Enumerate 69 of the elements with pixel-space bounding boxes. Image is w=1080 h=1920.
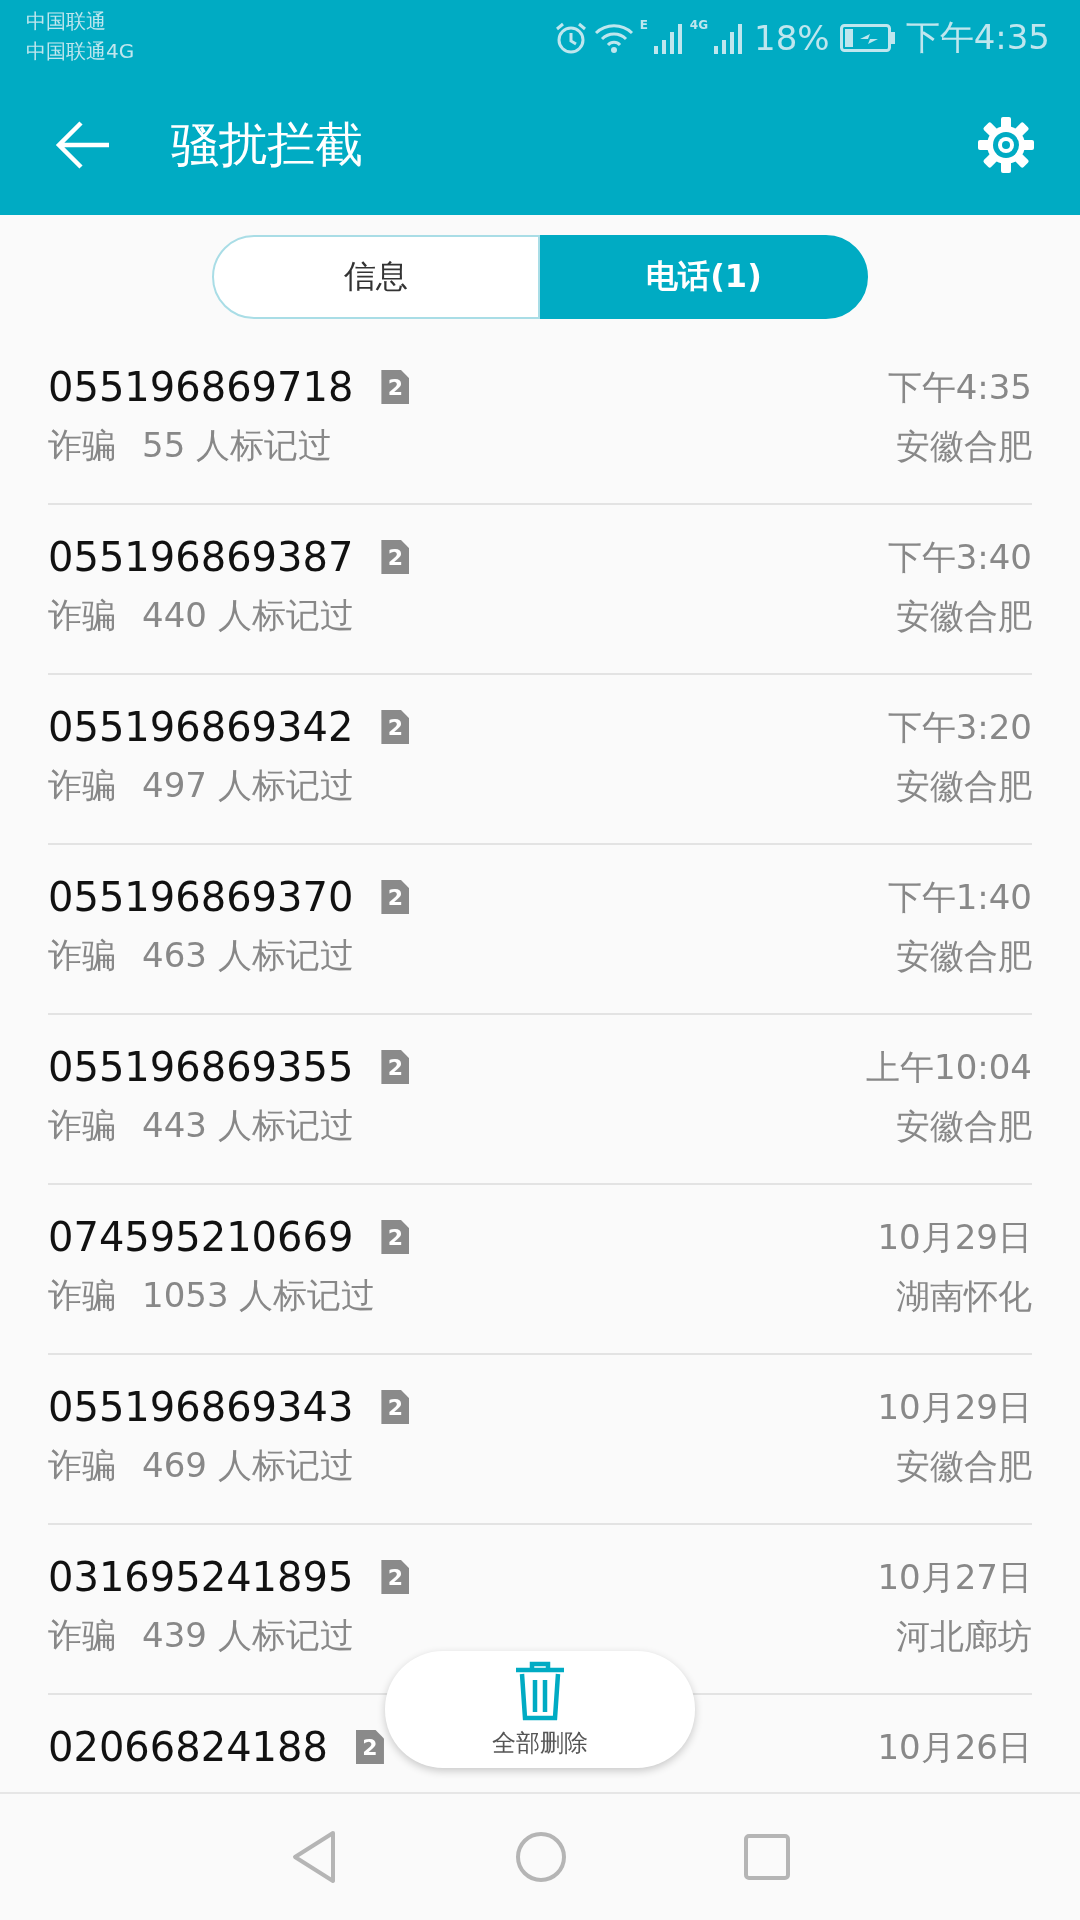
call-tag: 诈骗 xyxy=(48,933,116,979)
network-type-label: 4G xyxy=(689,18,709,32)
clock: 下午4:35 xyxy=(905,15,1050,59)
phone-number: 02066824188 xyxy=(48,1724,328,1770)
call-location: 湖南怀化 xyxy=(896,1275,1032,1318)
call-time: 10月26日 xyxy=(877,1726,1032,1769)
phone-number: 055196869387 xyxy=(48,534,354,580)
phone-number: 055196869718 xyxy=(48,364,354,410)
sim-badge: 2 xyxy=(381,540,410,574)
mark-count: 463 人标记过 xyxy=(142,934,354,977)
carrier-name: 中国联通4G xyxy=(26,38,135,65)
call-time: 下午3:40 xyxy=(887,536,1032,579)
call-tag: 诈骗 xyxy=(48,763,116,809)
call-time: 10月29日 xyxy=(877,1216,1032,1259)
sim-badge: 2 xyxy=(381,370,410,404)
mark-count: 55 人标记过 xyxy=(142,424,333,467)
sim-badge: 2 xyxy=(355,1730,384,1764)
mark-count: 439 人标记过 xyxy=(142,1614,354,1657)
call-time: 下午1:40 xyxy=(887,876,1032,919)
mark-count: 1053 人标记过 xyxy=(142,1274,376,1317)
mark-count: 440 人标记过 xyxy=(142,594,354,637)
sim-badge: 2 xyxy=(381,1390,410,1424)
mark-count: 497 人标记过 xyxy=(142,764,354,807)
mark-count: 443 人标记过 xyxy=(142,1104,354,1147)
sim-badge: 2 xyxy=(381,1050,410,1084)
phone-number: 055196869342 xyxy=(48,704,354,750)
call-time: 上午10:04 xyxy=(866,1046,1032,1089)
phone-number: 031695241895 xyxy=(48,1554,354,1600)
call-location: 安徽合肥 xyxy=(896,765,1032,808)
alarm-icon xyxy=(553,20,588,55)
phone-number: 055196869343 xyxy=(48,1384,354,1430)
call-tag: 诈骗 xyxy=(48,1103,116,1149)
mark-count: 469 人标记过 xyxy=(142,1444,354,1487)
phone-number: 055196869370 xyxy=(48,874,354,920)
trash-icon xyxy=(513,1660,567,1721)
call-tag: 诈骗 xyxy=(48,1443,116,1489)
back-arrow-icon[interactable] xyxy=(55,121,111,169)
battery-icon xyxy=(839,23,896,52)
call-tag: 诈骗 xyxy=(48,423,116,469)
home-icon[interactable] xyxy=(515,1831,567,1883)
call-location: 安徽合肥 xyxy=(896,1105,1032,1148)
call-tag: 诈骗 xyxy=(48,1273,116,1319)
delete-all-button[interactable]: 全部删除 xyxy=(385,1651,695,1768)
call-location: 河北廊坊 xyxy=(896,1615,1032,1658)
sim-badge: 2 xyxy=(381,1220,410,1254)
call-location: 安徽合肥 xyxy=(896,1445,1032,1488)
phone-number: 074595210669 xyxy=(48,1214,354,1260)
signal-icon xyxy=(714,21,745,54)
battery-percent: 18% xyxy=(754,17,830,58)
screen-title: 骚扰拦截 xyxy=(171,115,364,174)
settings-icon[interactable] xyxy=(976,115,1036,175)
call-time: 10月29日 xyxy=(877,1386,1032,1429)
network-type-label: E xyxy=(639,18,648,32)
tab[interactable]: 信息 xyxy=(212,235,540,319)
call-time: 下午3:20 xyxy=(887,706,1032,749)
call-location: 安徽合肥 xyxy=(896,425,1032,468)
call-time: 下午4:35 xyxy=(887,366,1032,409)
sim-badge: 2 xyxy=(381,1560,410,1594)
sim-badge: 2 xyxy=(381,880,410,914)
call-tag: 诈骗 xyxy=(48,1613,116,1659)
call-location: 安徽合肥 xyxy=(896,595,1032,638)
call-location: 安徽合肥 xyxy=(896,935,1032,978)
call-time: 10月27日 xyxy=(877,1556,1032,1599)
carrier-name: 中国联通 xyxy=(26,8,107,35)
recents-icon[interactable] xyxy=(743,1833,791,1881)
call-tag: 诈骗 xyxy=(48,593,116,639)
phone-number: 055196869355 xyxy=(48,1044,354,1090)
sim-badge: 2 xyxy=(381,710,410,744)
signal-icon xyxy=(653,21,684,54)
